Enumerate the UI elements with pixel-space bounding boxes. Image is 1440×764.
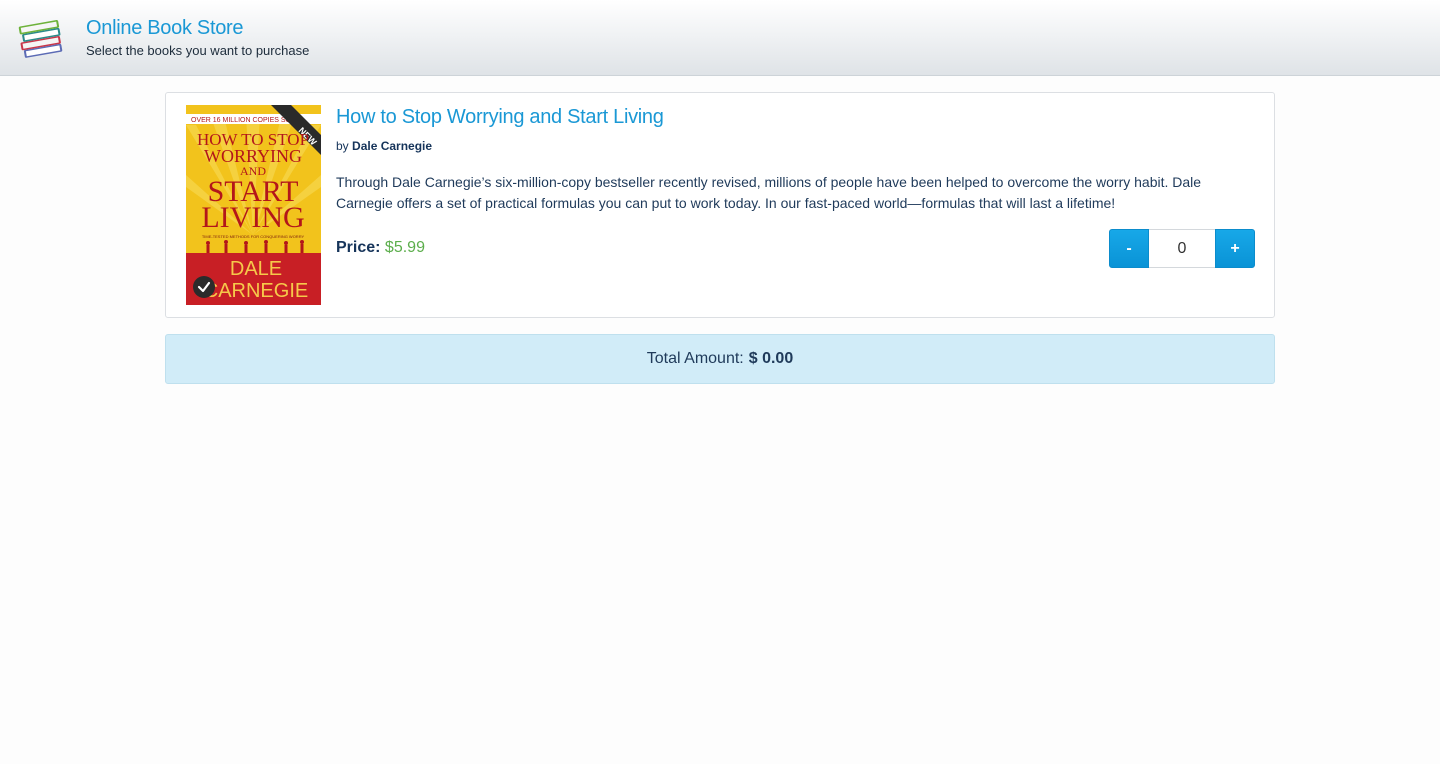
checkmark-icon <box>193 276 215 298</box>
quantity-input[interactable] <box>1149 229 1215 268</box>
price-value: $5.99 <box>384 239 425 256</box>
author-name: Dale Carnegie <box>352 139 433 153</box>
cover-tagline: TIME-TESTED METHODS FOR CONQUERING WORRY <box>202 234 305 239</box>
increase-quantity-button[interactable]: + <box>1215 229 1255 268</box>
total-amount-bar: Total Amount: $ 0.00 <box>165 334 1275 384</box>
decrease-quantity-button[interactable]: - <box>1109 229 1149 268</box>
cover-title-line: LIVING <box>201 201 304 234</box>
book-title[interactable]: How to Stop Worrying and Start Living <box>336 106 664 129</box>
price-row: Price: $5.99 <box>336 239 425 257</box>
store-subtitle: Select the books you want to purchase <box>86 43 310 58</box>
author-prefix: by <box>336 139 349 153</box>
price-label: Price: <box>336 239 381 256</box>
cover-author-line: DALE <box>230 258 282 280</box>
app-header: Online Book Store Select the books you w… <box>0 0 1440 76</box>
book-description: Through Dale Carnegie’s six-million-copy… <box>336 174 1202 211</box>
books-stack-icon <box>16 17 66 61</box>
cover-title-line: WORRYING <box>204 146 302 166</box>
quantity-stepper: - + <box>1109 229 1255 268</box>
store-title: Online Book Store <box>86 17 244 39</box>
book-author: by Dale Carnegie <box>336 139 432 153</box>
total-label: Total Amount: <box>646 350 744 367</box>
cover-top-banner: OVER 16 MILLION COPIES SOLD <box>191 117 300 124</box>
cover-author-line: CARNEGIE <box>204 280 308 302</box>
total-value: $ 0.00 <box>748 350 794 367</box>
book-card: OVER 16 MILLION COPIES SOLD NEW HOW TO S… <box>165 92 1275 318</box>
book-cover-image: OVER 16 MILLION COPIES SOLD NEW HOW TO S… <box>186 105 321 305</box>
